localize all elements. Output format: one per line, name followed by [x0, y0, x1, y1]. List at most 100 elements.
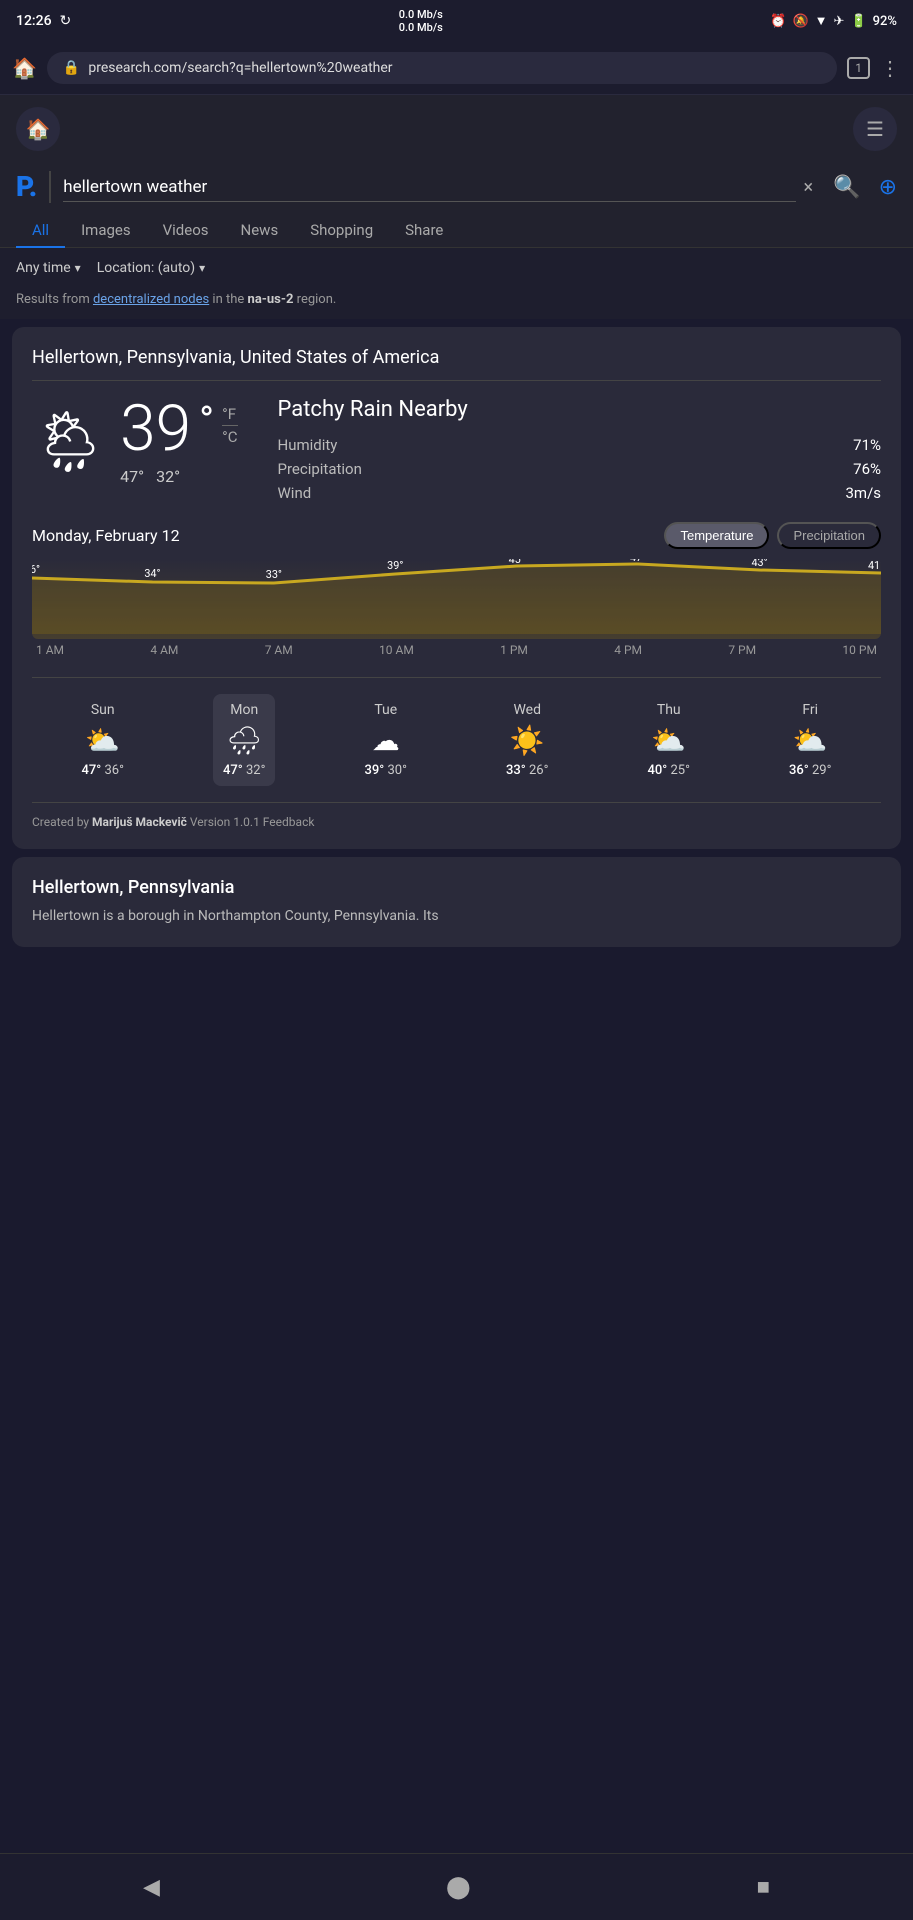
weather-card: Hellertown, Pennsylvania, United States …: [12, 327, 901, 849]
tab-images[interactable]: Images: [65, 213, 147, 247]
tab-videos[interactable]: Videos: [147, 213, 225, 247]
day-monday[interactable]: Mon 🌧 47° 32°: [213, 694, 275, 786]
footer-prefix: Created by: [32, 815, 92, 829]
chart-label-6: 43°: [751, 559, 767, 569]
day-tue-icon: ☁: [372, 724, 400, 757]
search-input[interactable]: hellertown weather: [63, 177, 795, 197]
day-fri-temps: 36° 29°: [789, 763, 831, 778]
battery-icon: 🔋: [850, 14, 866, 29]
footer-version: Version 1.0.1: [187, 815, 263, 829]
wifi-icon: ▼: [815, 13, 828, 29]
filters-row: Any time ▾ Location: (auto) ▾: [0, 248, 913, 288]
location-filter-chevron: ▾: [199, 261, 205, 275]
sync-icon: ↻: [60, 13, 72, 29]
hourly-section: Monday, February 12 Temperature Precipit…: [32, 522, 881, 657]
status-bar: 12:26 ↻ 0.0 Mb/s 0.0 Mb/s ⏰ 🔕 ▼ ✈ 🔋 92%: [0, 0, 913, 42]
time-filter[interactable]: Any time ▾: [16, 260, 81, 276]
hourly-date: Monday, February 12: [32, 526, 180, 545]
day-friday[interactable]: Fri ⛅ 36° 29°: [779, 694, 841, 786]
recent-apps-button[interactable]: ■: [733, 1866, 794, 1908]
hourly-header: Monday, February 12 Temperature Precipit…: [32, 522, 881, 549]
time: 12:26: [16, 13, 52, 29]
browser-home-icon[interactable]: 🏠: [12, 56, 37, 80]
day-thursday[interactable]: Thu ⛅ 40° 25°: [638, 694, 700, 786]
back-button[interactable]: ◀: [119, 1867, 184, 1908]
time-label-3: 10 AM: [379, 643, 414, 657]
time-label-0: 1 AM: [36, 643, 64, 657]
search-submit-icon[interactable]: 🔍: [833, 175, 860, 200]
temp-range: 47° 32°: [120, 467, 237, 486]
tab-shopping[interactable]: Shopping: [294, 213, 389, 247]
weather-stats: Humidity 71% Precipitation 76% Wind 3m/s: [278, 436, 882, 502]
day-wed-label: Wed: [513, 702, 541, 718]
day-sunday[interactable]: Sun ⛅ 47° 36°: [72, 694, 134, 786]
footer-feedback[interactable]: Feedback: [263, 815, 315, 829]
location-filter[interactable]: Location: (auto) ▾: [97, 260, 206, 276]
temp-unit-f: °F: [222, 405, 237, 423]
battery-level: 92%: [873, 14, 897, 29]
temp-low: 32°: [156, 467, 180, 486]
result-title[interactable]: Hellertown, Pennsylvania: [32, 877, 881, 898]
time-label-4: 1 PM: [500, 643, 528, 657]
chart-label-0: 36°: [32, 563, 40, 576]
time-filter-label: Any time: [16, 260, 71, 276]
search-clear-button[interactable]: ×: [804, 177, 814, 198]
alarm-icon: ⏰: [770, 14, 786, 29]
chart-label-3: 39°: [387, 559, 403, 572]
time-labels: 1 AM 4 AM 7 AM 10 AM 1 PM 4 PM 7 PM 10 P…: [32, 643, 881, 657]
weather-current: 🌦 39 ° °F °C 47° 32° Patchy Rain Nearby: [32, 397, 881, 502]
chart-label-1: 34°: [144, 567, 160, 580]
day-sun-icon: ⛅: [85, 724, 120, 757]
day-tuesday[interactable]: Tue ☁ 39° 30°: [355, 694, 417, 786]
tab-news[interactable]: News: [225, 213, 295, 247]
network-down: 0.0 Mb/s: [399, 21, 443, 34]
results-prefix: Results from: [16, 292, 93, 307]
humidity-label: Humidity: [278, 436, 338, 454]
weather-temp-main: 39 ° °F °C: [120, 397, 237, 461]
footer-author: Marijuš Mackevič: [92, 815, 187, 829]
weather-temp-block: 39 ° °F °C 47° 32°: [120, 397, 237, 486]
temp-high: 47°: [120, 467, 144, 486]
day-wednesday[interactable]: Wed ☀️ 33° 26°: [496, 694, 558, 786]
time-label-5: 4 PM: [614, 643, 642, 657]
hourly-toggles: Temperature Precipitation: [664, 522, 881, 549]
day-wed-icon: ☀️: [510, 724, 545, 757]
status-left: 12:26 ↻: [16, 13, 71, 29]
toggle-temperature[interactable]: Temperature: [664, 522, 769, 549]
weather-temp-number: 39: [120, 397, 191, 461]
time-label-6: 7 PM: [728, 643, 756, 657]
humidity-row: Humidity 71%: [278, 436, 882, 454]
mute-icon: 🔕: [792, 14, 808, 29]
day-sun-label: Sun: [91, 702, 115, 718]
tab-all[interactable]: All: [16, 213, 65, 247]
home-button[interactable]: ⬤: [422, 1867, 495, 1908]
presearch-home-button[interactable]: 🏠: [16, 107, 60, 151]
temp-units: °F °C: [222, 405, 237, 446]
weekly-forecast: Sun ⛅ 47° 36° Mon 🌧 47° 32° Tue ☁ 39° 30…: [32, 677, 881, 786]
temp-unit-c: °C: [222, 425, 237, 446]
browser-menu-icon[interactable]: ⋮: [880, 56, 901, 80]
toggle-precipitation[interactable]: Precipitation: [777, 522, 881, 549]
precipitation-row: Precipitation 76%: [278, 460, 882, 478]
precipitation-value: 76%: [853, 460, 881, 478]
chart-label-5: 47°: [630, 559, 646, 564]
presearch-logo: P.: [16, 173, 37, 201]
url-text: presearch.com/search?q=hellertown%20weat…: [88, 60, 821, 76]
region-suffix: region.: [293, 292, 336, 307]
url-bar[interactable]: 🔒 presearch.com/search?q=hellertown%20we…: [47, 52, 837, 84]
tab-share[interactable]: Share: [389, 213, 459, 247]
result-snippet: Hellertown is a borough in Northampton C…: [32, 906, 881, 927]
chart-label-2: 33°: [266, 568, 282, 581]
weather-location: Hellertown, Pennsylvania, United States …: [32, 347, 881, 381]
search-input-container[interactable]: hellertown weather: [63, 173, 795, 202]
time-label-1: 4 AM: [150, 643, 178, 657]
tab-count[interactable]: 1: [847, 57, 870, 79]
day-mon-label: Mon: [230, 702, 258, 718]
search-add-icon[interactable]: ⊕: [879, 175, 897, 200]
day-wed-temps: 33° 26°: [506, 763, 548, 778]
day-thu-temps: 40° 25°: [648, 763, 690, 778]
presearch-menu-button[interactable]: ☰: [853, 107, 897, 151]
network-up: 0.0 Mb/s: [399, 8, 443, 21]
chart-label-4: 45°: [509, 559, 525, 566]
decentralized-nodes-link[interactable]: decentralized nodes: [93, 292, 209, 307]
